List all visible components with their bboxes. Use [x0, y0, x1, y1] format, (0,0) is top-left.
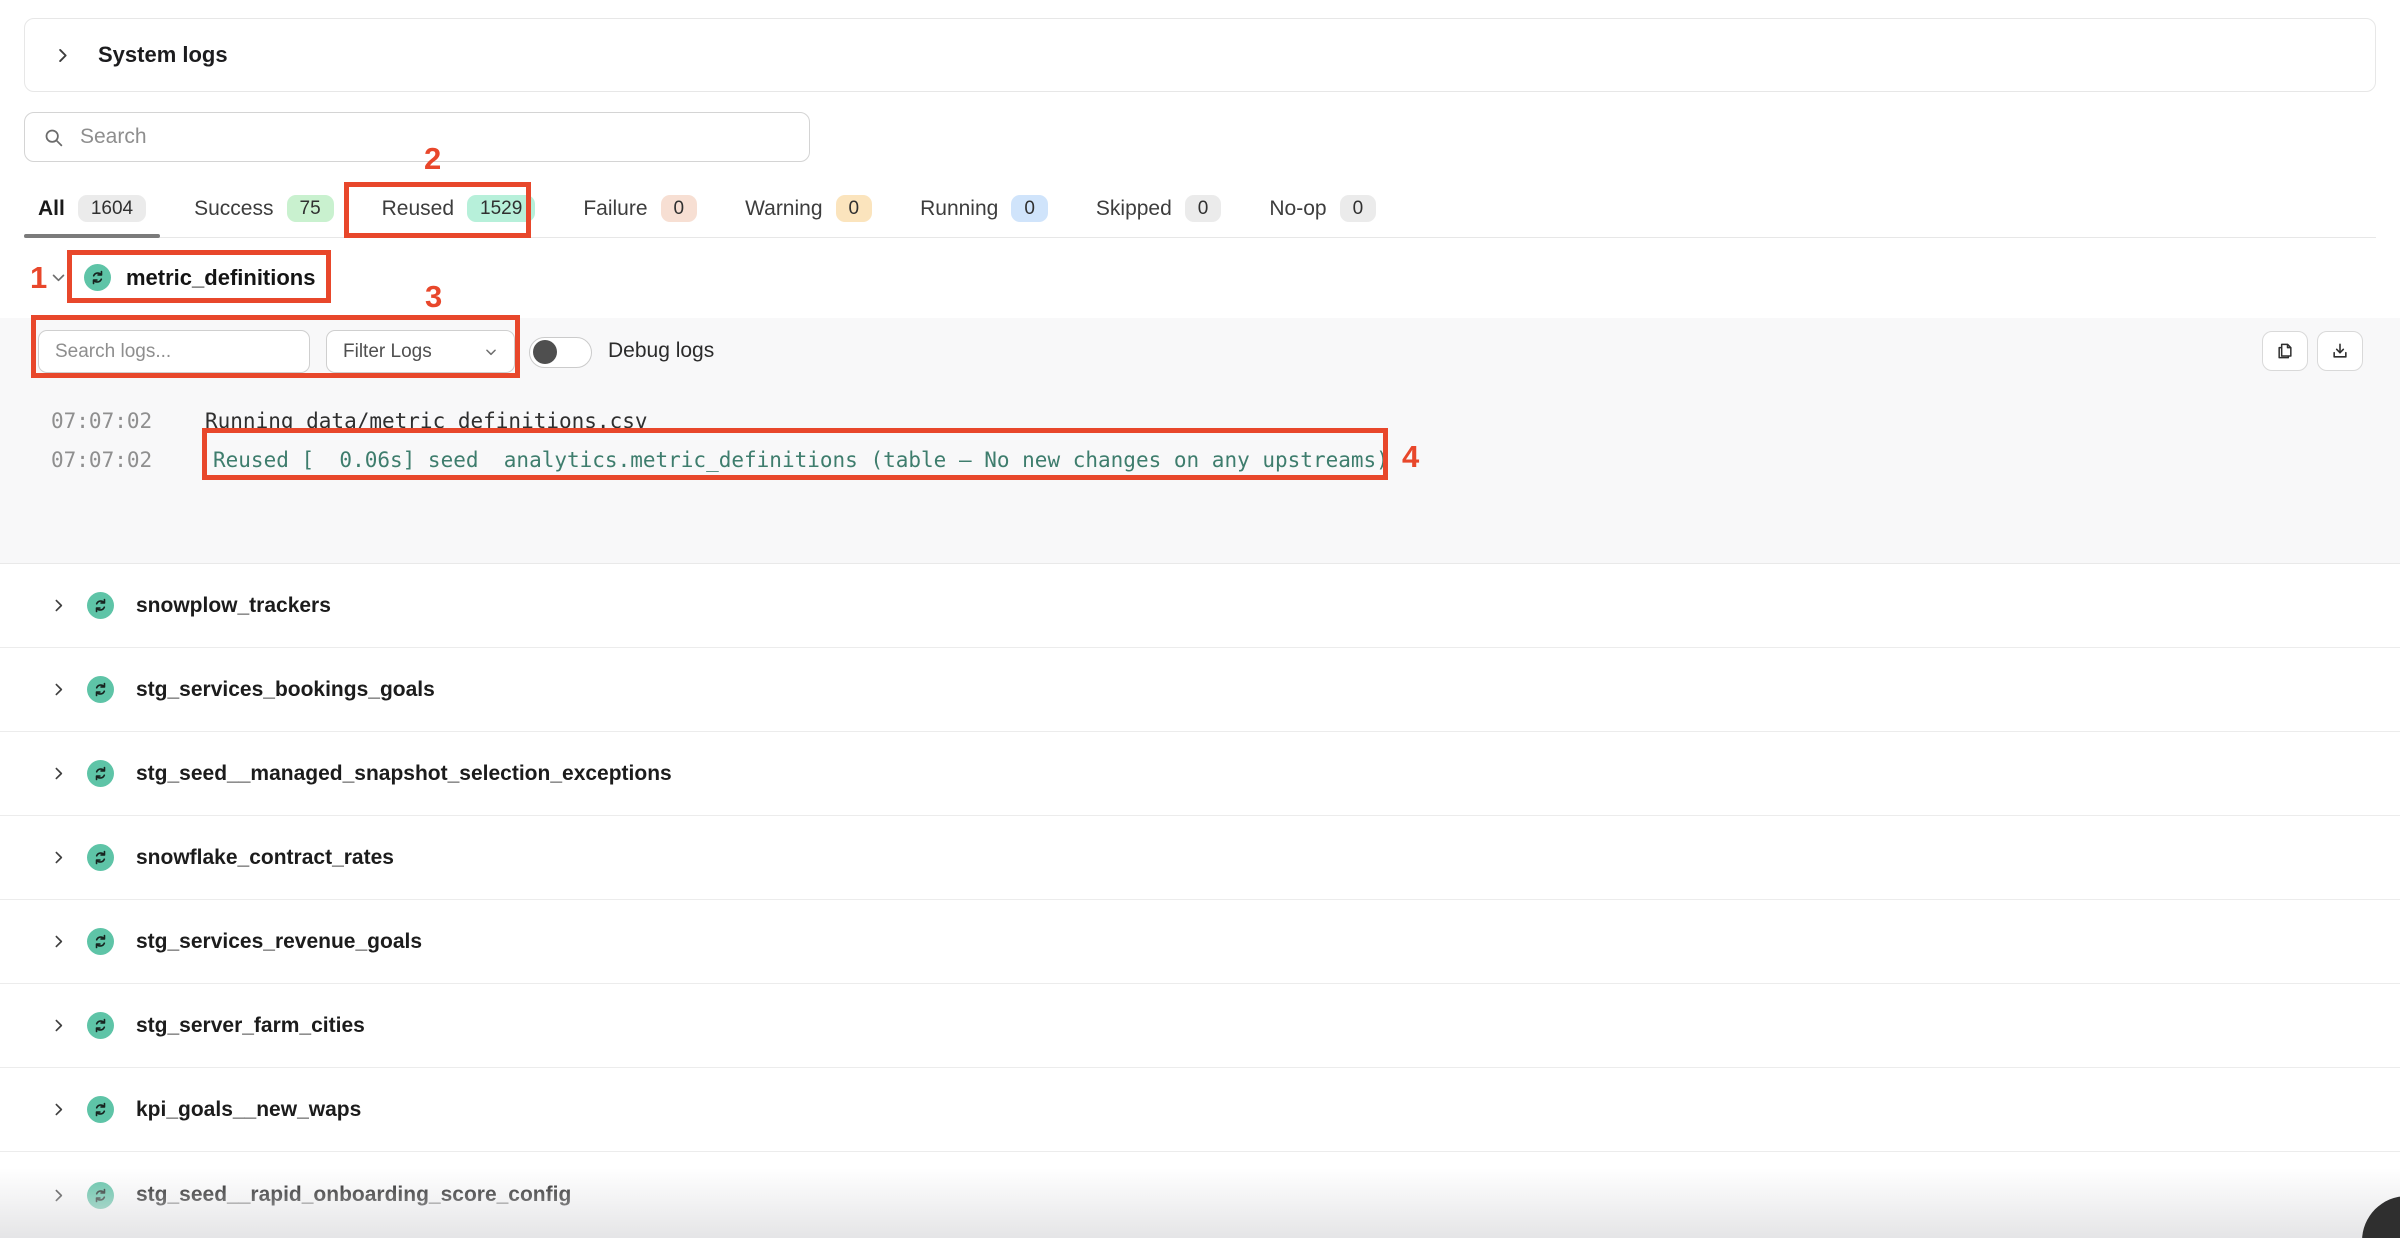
tab-skipped[interactable]: Skipped 0 [1082, 188, 1235, 237]
log-search-input[interactable] [38, 330, 310, 373]
run-row[interactable]: stg_seed__managed_snapshot_selection_exc… [0, 732, 2400, 816]
run-name: stg_server_farm_cities [136, 1014, 365, 1038]
log-message: Reused [ 0.06s] seed analytics.metric_de… [213, 448, 1389, 472]
global-search[interactable] [24, 112, 810, 162]
tab-warning[interactable]: Warning 0 [731, 188, 886, 237]
reused-status-icon [87, 1012, 114, 1039]
toggle-knob [533, 340, 557, 364]
status-filter-tabs: All 1604 Success 75 Reused 1529 Failure … [24, 188, 2376, 238]
reused-status-icon [87, 676, 114, 703]
tab-count-badge: 0 [661, 195, 698, 222]
log-message: Running data/metric_definitions.csv [205, 409, 648, 433]
runs-list: snowplow_trackers stg_services_bookings_… [0, 564, 2400, 1238]
tab-count-badge: 75 [287, 195, 334, 222]
run-name: kpi_goals__new_waps [136, 1098, 361, 1122]
run-name: snowplow_trackers [136, 594, 331, 618]
page-title: System logs [98, 42, 228, 68]
chevron-right-icon [50, 765, 67, 782]
reused-status-icon [87, 592, 114, 619]
tab-all[interactable]: All 1604 [24, 188, 160, 237]
tab-label: Running [920, 197, 998, 221]
download-logs-button[interactable] [2317, 331, 2363, 371]
search-input[interactable] [80, 125, 791, 149]
copy-icon [2275, 341, 2295, 361]
tab-failure[interactable]: Failure 0 [569, 188, 711, 237]
tab-label: All [38, 197, 65, 221]
tab-label: No-op [1269, 197, 1326, 221]
tab-reused[interactable]: Reused 1529 [368, 188, 550, 237]
run-name: metric_definitions [126, 243, 315, 313]
tab-count-badge: 0 [836, 195, 873, 222]
run-row[interactable]: stg_server_farm_cities [0, 984, 2400, 1068]
chevron-right-icon[interactable] [53, 46, 72, 65]
run-name: stg_seed__rapid_onboarding_score_config [136, 1183, 571, 1207]
chevron-right-icon [50, 1101, 67, 1118]
copy-logs-button[interactable] [2262, 331, 2308, 371]
run-row[interactable]: stg_services_revenue_goals [0, 900, 2400, 984]
run-name: snowflake_contract_rates [136, 846, 394, 870]
chevron-down-icon[interactable] [50, 269, 67, 286]
reused-status-icon [87, 760, 114, 787]
tab-label: Success [194, 197, 273, 221]
run-row[interactable]: snowplow_trackers [0, 564, 2400, 648]
tab-count-badge: 0 [1185, 195, 1222, 222]
tab-count-badge: 0 [1340, 195, 1377, 222]
reused-status-icon [87, 1096, 114, 1123]
run-name: stg_services_bookings_goals [136, 678, 435, 702]
tab-count-badge: 0 [1011, 195, 1048, 222]
run-name: stg_services_revenue_goals [136, 930, 422, 954]
debug-logs-toggle[interactable] [529, 337, 592, 368]
log-panel: Filter Logs Debug logs 07:07:02 Running … [0, 318, 2400, 564]
run-row[interactable]: stg_seed__rapid_onboarding_score_config [0, 1152, 2400, 1238]
tab-label: Skipped [1096, 197, 1172, 221]
tab-running[interactable]: Running 0 [906, 188, 1062, 237]
run-row[interactable]: kpi_goals__new_waps [0, 1068, 2400, 1152]
reused-status-icon [87, 844, 114, 871]
tab-label: Warning [745, 197, 822, 221]
download-icon [2330, 341, 2350, 361]
chevron-right-icon [50, 849, 67, 866]
reused-status-icon [87, 928, 114, 955]
debug-logs-label: Debug logs [608, 339, 714, 363]
log-timestamp: 07:07:02 [51, 409, 152, 433]
chevron-right-icon [50, 1187, 67, 1204]
chevron-down-icon [484, 345, 498, 359]
log-timestamp: 07:07:02 [51, 448, 152, 472]
tab-count-badge: 1529 [467, 195, 535, 222]
log-filter-dropdown[interactable]: Filter Logs [326, 330, 515, 373]
chevron-right-icon [50, 597, 67, 614]
tab-label: Reused [382, 197, 454, 221]
chevron-right-icon [50, 1017, 67, 1034]
system-logs-header[interactable]: System logs [24, 18, 2376, 92]
run-row-metric-definitions[interactable]: metric_definitions [0, 243, 2400, 313]
tab-success[interactable]: Success 75 [180, 188, 348, 237]
search-icon [43, 127, 64, 148]
tab-noop[interactable]: No-op 0 [1255, 188, 1390, 237]
tab-label: Failure [583, 197, 647, 221]
run-row[interactable]: stg_services_bookings_goals [0, 648, 2400, 732]
reused-status-icon [84, 264, 111, 291]
log-filter-label: Filter Logs [343, 341, 432, 363]
tab-count-badge: 1604 [78, 195, 146, 222]
chevron-right-icon [50, 681, 67, 698]
run-row[interactable]: snowflake_contract_rates [0, 816, 2400, 900]
chevron-right-icon [50, 933, 67, 950]
run-name: stg_seed__managed_snapshot_selection_exc… [136, 762, 672, 786]
reused-status-icon [87, 1182, 114, 1209]
